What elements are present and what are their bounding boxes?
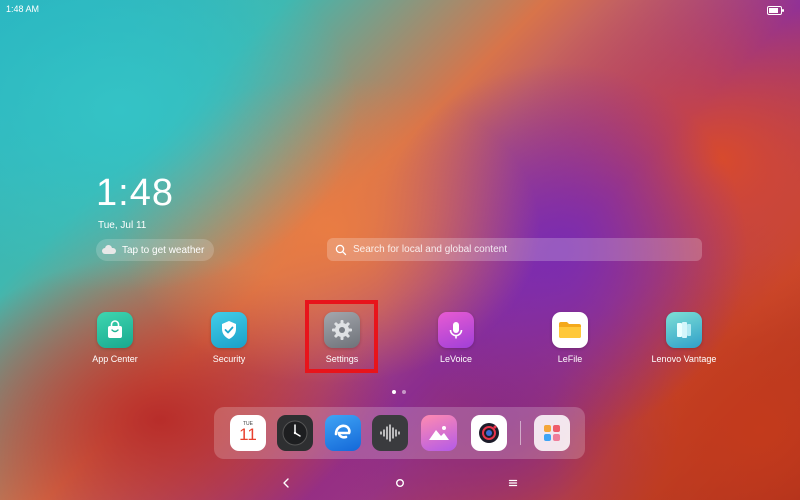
browser-icon[interactable] (325, 415, 361, 451)
page-indicator (392, 390, 406, 394)
voice-recorder-icon[interactable] (372, 415, 408, 451)
dock: TUE 11 (214, 407, 585, 459)
page-dot[interactable] (392, 390, 396, 394)
clock-widget[interactable]: 1:48 (96, 172, 174, 215)
app-label: Security (212, 354, 246, 364)
dock-divider (520, 421, 521, 445)
microphone-icon (438, 312, 474, 348)
app-drawer-icon[interactable] (534, 415, 570, 451)
app-label: LeVoice (439, 354, 473, 364)
home-icon[interactable] (391, 474, 409, 492)
search-bar[interactable] (327, 238, 702, 261)
highlight-box (305, 300, 378, 373)
page-dot[interactable] (402, 390, 406, 394)
cloud-icon (102, 245, 116, 254)
shield-check-icon (211, 312, 247, 348)
vantage-icon (666, 312, 702, 348)
app-label: Lenovo Vantage (651, 354, 717, 364)
app-security[interactable]: Security (184, 312, 274, 364)
calendar-icon[interactable]: TUE 11 (230, 415, 266, 451)
calendar-date: 11 (239, 425, 257, 444)
status-time: 1:48 AM (6, 4, 40, 14)
search-icon (335, 244, 347, 255)
battery-icon (767, 6, 784, 15)
folder-icon (552, 312, 588, 348)
search-input[interactable] (353, 244, 683, 255)
app-label: LeFile (557, 354, 583, 364)
clock-icon[interactable] (277, 415, 313, 451)
weather-label: Tap to get weather (122, 244, 205, 256)
bag-icon (97, 312, 133, 348)
gallery-icon[interactable] (421, 415, 457, 451)
date-label: Tue, Jul 11 (98, 220, 147, 231)
app-lefile[interactable]: LeFile (525, 312, 615, 364)
recents-icon[interactable] (504, 474, 522, 492)
app-lenovo-vantage[interactable]: Lenovo Vantage (639, 312, 729, 364)
navigation-bar (0, 474, 800, 492)
app-app-center[interactable]: App Center (70, 312, 160, 364)
app-levoice[interactable]: LeVoice (411, 312, 501, 364)
app-label: App Center (92, 354, 138, 364)
weather-button[interactable]: Tap to get weather (96, 239, 215, 261)
back-icon[interactable] (277, 474, 295, 492)
camera-icon[interactable] (471, 415, 507, 451)
